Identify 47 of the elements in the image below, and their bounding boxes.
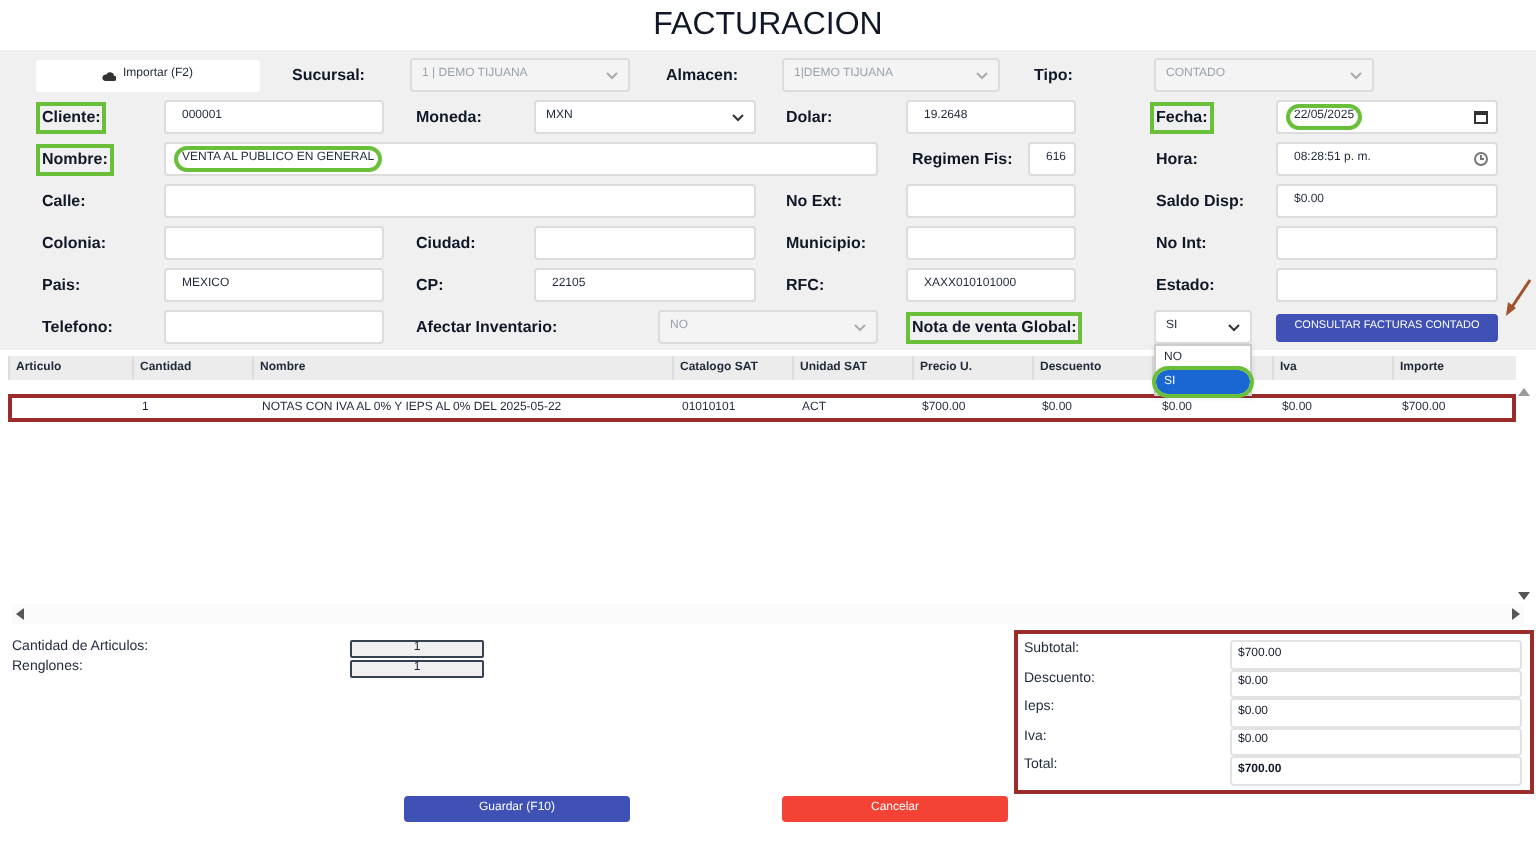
field-label: Cliente: (36, 101, 107, 133)
input-field[interactable] (164, 310, 384, 344)
field-label: Sucursal: (290, 63, 367, 87)
input-field[interactable] (164, 184, 756, 218)
input-field[interactable] (906, 184, 1076, 218)
field-label: Estado: (1154, 273, 1217, 297)
horizontal-scrollbar[interactable] (12, 604, 1524, 624)
chevron-down-icon (606, 71, 618, 79)
clock-icon (1474, 152, 1488, 166)
field-label: No Int: (1154, 231, 1209, 255)
input-field[interactable] (534, 226, 756, 260)
chevron-down-icon (854, 323, 866, 331)
field-label: Telefono: (40, 315, 115, 339)
field-label: Fecha: (1150, 101, 1214, 133)
field-label: Regimen Fis: (910, 147, 1015, 172)
calendar-icon (1474, 110, 1488, 124)
scroll-down-icon (1518, 592, 1530, 600)
field-label: Moneda: (414, 105, 484, 129)
chevron-down-icon (976, 71, 988, 79)
chevron-down-icon (732, 113, 744, 121)
field-label: Tipo: (1032, 63, 1075, 88)
field-label: Nombre: (36, 143, 114, 175)
field-label: Hora: (1154, 147, 1200, 171)
field-label: Municipio: (784, 231, 868, 256)
field-label: Saldo Disp: (1154, 189, 1247, 214)
scroll-left-icon (16, 608, 24, 620)
scroll-right-icon (1512, 608, 1520, 620)
field-label: Pais: (40, 273, 83, 297)
field-label: Almacen: (664, 63, 741, 87)
page-title: FACTURACION (653, 5, 883, 45)
field-label: Afectar Inventario: (414, 315, 560, 339)
scroll-up-icon (1518, 388, 1530, 396)
input-field[interactable] (1276, 268, 1498, 302)
field-label: No Ext: (784, 189, 844, 213)
input-field[interactable] (164, 226, 384, 260)
field-label: RFC: (784, 273, 827, 297)
input-field[interactable] (1276, 226, 1498, 260)
chevron-down-icon (1228, 323, 1240, 331)
field-label: Calle: (40, 189, 88, 213)
field-label: CP: (414, 273, 446, 297)
field-label: Dolar: (784, 105, 835, 129)
field-label: Nota de venta Global: (906, 311, 1083, 343)
chevron-down-icon (1350, 71, 1362, 79)
field-label: Colonia: (40, 231, 108, 255)
cloud-icon (102, 69, 117, 81)
input-field[interactable] (906, 226, 1076, 260)
field-label: Ciudad: (414, 231, 478, 255)
